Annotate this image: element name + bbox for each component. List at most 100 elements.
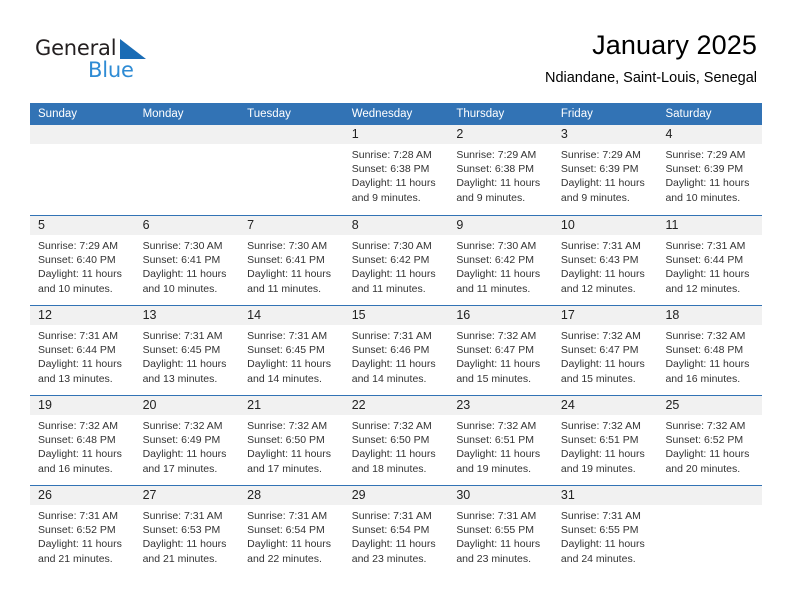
sun-info: Sunrise: 7:29 AM Sunset: 6:40 PM Daylight:… [30, 235, 135, 296]
sunrise-text: Sunrise: 7:32 AM [560, 330, 641, 342]
daylight-text-line2: and 10 minutes. [665, 191, 741, 204]
day-cell[interactable]: 29 Sunrise: 7:31 AM Sunset: 6:54 PM Dayligh… [343, 486, 449, 575]
sunset-text: Sunset: 6:55 PM [560, 524, 639, 537]
weekday-header-friday: Friday [560, 108, 593, 120]
daylight-text-line1: Daylight: 11 hours [247, 358, 332, 371]
day-cell[interactable]: 16 Sunrise: 7:32 AM Sunset: 6:47 PM Dayligh… [448, 306, 553, 395]
daylight-text-line2: and 23 minutes. [351, 552, 427, 565]
sun-info: Sunrise: 7:32 AM Sunset: 6:50 PM Daylight:… [344, 415, 449, 476]
day-cell-empty [134, 125, 240, 215]
day-cell[interactable]: 31 Sunrise: 7:31 AM Sunset: 6:55 PM Dayligh… [552, 486, 658, 575]
day-number: 7 [247, 218, 255, 232]
daylight-text-line2: and 24 minutes. [560, 552, 636, 565]
title-block: January 2025 Ndiandane, Saint-Louis, Sen… [545, 28, 757, 87]
sunset-text: Sunset: 6:41 PM [142, 254, 221, 267]
day-number-band: 31 [552, 486, 658, 505]
sun-info: Sunrise: 7:29 AM Sunset: 6:39 PM Daylight:… [553, 144, 658, 205]
sunset-text: Sunset: 6:42 PM [351, 254, 430, 267]
daylight-text-line2: and 16 minutes. [38, 462, 113, 475]
sunset-text: Sunset: 6:44 PM [38, 344, 116, 357]
sunset-text: Sunset: 6:51 PM [560, 434, 639, 447]
daylight-text-line2: and 10 minutes. [38, 282, 113, 295]
day-cell[interactable]: 18 Sunrise: 7:32 AM Sunset: 6:48 PM Dayligh… [657, 306, 763, 395]
day-number-band: 27 [134, 486, 240, 505]
daylight-text-line2: and 11 minutes. [456, 282, 531, 295]
day-cell[interactable]: 10 Sunrise: 7:31 AM Sunset: 6:43 PM Dayligh… [552, 216, 658, 305]
day-cell[interactable]: 22 Sunrise: 7:32 AM Sunset: 6:50 PM Dayligh… [343, 396, 449, 485]
day-number: 3 [560, 127, 568, 141]
day-cell[interactable]: 20 Sunrise: 7:32 AM Sunset: 6:49 PM Dayligh… [134, 396, 240, 485]
day-cell[interactable]: 2 Sunrise: 7:29 AM Sunset: 6:38 PM Daylight… [448, 125, 553, 215]
day-number: 21 [247, 398, 262, 412]
day-cell[interactable]: 11 Sunrise: 7:31 AM Sunset: 6:44 PM Dayligh… [657, 216, 763, 305]
day-number: 28 [247, 488, 262, 502]
day-number-band: 20 [134, 396, 240, 415]
day-cell[interactable]: 25 Sunrise: 7:32 AM Sunset: 6:52 PM Dayligh… [657, 396, 763, 485]
day-cell[interactable]: 1 Sunrise: 7:28 AM Sunset: 6:38 PM Daylight… [343, 125, 449, 215]
weekday-header-thursday: Thursday [456, 108, 505, 120]
daylight-text-line1: Daylight: 11 hours [665, 358, 750, 371]
day-number-band: 2 [448, 125, 553, 144]
day-cell[interactable]: 7 Sunrise: 7:30 AM Sunset: 6:41 PM Daylight… [239, 216, 344, 305]
day-cell[interactable]: 23 Sunrise: 7:32 AM Sunset: 6:51 PM Dayligh… [448, 396, 553, 485]
day-cell[interactable]: 6 Sunrise: 7:30 AM Sunset: 6:41 PM Daylight… [134, 216, 240, 305]
sun-info: Sunrise: 7:32 AM Sunset: 6:50 PM Daylight:… [239, 415, 344, 476]
day-cell[interactable]: 27 Sunrise: 7:31 AM Sunset: 6:53 PM Dayligh… [134, 486, 240, 575]
sunset-text: Sunset: 6:41 PM [247, 254, 325, 267]
page-title: January 2025 [592, 30, 757, 60]
sunrise-text: Sunrise: 7:32 AM [665, 330, 746, 342]
day-cell[interactable]: 24 Sunrise: 7:32 AM Sunset: 6:51 PM Dayligh… [552, 396, 658, 485]
sunrise-text: Sunrise: 7:31 AM [351, 330, 432, 342]
daylight-text-line1: Daylight: 11 hours [247, 538, 332, 551]
day-cell[interactable]: 5 Sunrise: 7:29 AM Sunset: 6:40 PM Daylight… [30, 216, 135, 305]
daylight-text-line1: Daylight: 11 hours [456, 177, 541, 190]
day-cell[interactable]: 9 Sunrise: 7:30 AM Sunset: 6:42 PM Daylight… [448, 216, 553, 305]
day-number-band: 7 [239, 216, 344, 235]
day-cell[interactable]: 12 Sunrise: 7:31 AM Sunset: 6:44 PM Dayligh… [30, 306, 135, 395]
day-number-band: 23 [448, 396, 553, 415]
location-subtitle: Ndiandane, Saint-Louis, Senegal [544, 70, 757, 86]
day-cell[interactable]: 17 Sunrise: 7:32 AM Sunset: 6:47 PM Dayligh… [552, 306, 658, 395]
sunset-text: Sunset: 6:48 PM [665, 344, 744, 357]
day-cell[interactable]: 26 Sunrise: 7:31 AM Sunset: 6:52 PM Dayligh… [30, 486, 135, 575]
daylight-text-line1: Daylight: 11 hours [142, 538, 227, 551]
daylight-text-line1: Daylight: 11 hours [38, 358, 122, 371]
weekday-header-wednesday: Wednesday [351, 108, 413, 120]
weekday-header-monday: Monday [142, 108, 184, 120]
day-cell[interactable]: 21 Sunrise: 7:32 AM Sunset: 6:50 PM Dayligh… [239, 396, 344, 485]
day-cell[interactable]: 8 Sunrise: 7:30 AM Sunset: 6:42 PM Daylight… [343, 216, 449, 305]
day-cell[interactable]: 30 Sunrise: 7:31 AM Sunset: 6:55 PM Dayligh… [448, 486, 553, 575]
day-number: 11 [665, 218, 679, 232]
day-cell-empty [30, 125, 135, 215]
general-blue-logo[interactable]: General Blue [35, 36, 185, 84]
day-cell[interactable]: 4 Sunrise: 7:29 AM Sunset: 6:39 PM Daylight… [657, 125, 763, 215]
day-number-band [239, 125, 344, 144]
day-cell[interactable]: 19 Sunrise: 7:32 AM Sunset: 6:48 PM Dayligh… [30, 396, 135, 485]
daylight-text-line2: and 14 minutes. [351, 372, 427, 385]
day-number-band: 1 [343, 125, 449, 144]
weekday-header-tuesday: Tuesday [247, 108, 291, 120]
day-cell[interactable]: 28 Sunrise: 7:31 AM Sunset: 6:54 PM Dayligh… [239, 486, 344, 575]
day-number-band: 30 [448, 486, 553, 505]
day-number: 23 [456, 398, 471, 412]
sun-info: Sunrise: 7:32 AM Sunset: 6:51 PM Daylight:… [448, 415, 553, 476]
day-cell[interactable]: 3 Sunrise: 7:29 AM Sunset: 6:39 PM Daylight… [552, 125, 658, 215]
sun-info: Sunrise: 7:31 AM Sunset: 6:54 PM Daylight:… [239, 505, 344, 566]
sunrise-text: Sunrise: 7:29 AM [665, 149, 746, 161]
daylight-text-line1: Daylight: 11 hours [38, 538, 122, 551]
sunrise-text: Sunrise: 7:31 AM [38, 510, 118, 522]
day-cell[interactable]: 13 Sunrise: 7:31 AM Sunset: 6:45 PM Dayligh… [134, 306, 240, 395]
day-cell[interactable]: 15 Sunrise: 7:31 AM Sunset: 6:46 PM Dayligh… [343, 306, 449, 395]
weekday-header-sunday: Sunday [38, 108, 78, 120]
sun-info: Sunrise: 7:32 AM Sunset: 6:48 PM Daylight:… [30, 415, 135, 476]
daylight-text-line1: Daylight: 11 hours [456, 448, 541, 461]
sunset-text: Sunset: 6:46 PM [351, 344, 430, 357]
day-cell-empty [239, 125, 344, 215]
day-number: 19 [38, 398, 52, 412]
daylight-text-line2: and 21 minutes. [142, 552, 218, 565]
sunrise-text: Sunrise: 7:29 AM [560, 149, 641, 161]
day-number: 16 [456, 308, 471, 322]
day-cell[interactable]: 14 Sunrise: 7:31 AM Sunset: 6:45 PM Dayligh… [239, 306, 344, 395]
daylight-text-line2: and 13 minutes. [38, 372, 113, 385]
sunset-text: Sunset: 6:47 PM [456, 344, 534, 357]
